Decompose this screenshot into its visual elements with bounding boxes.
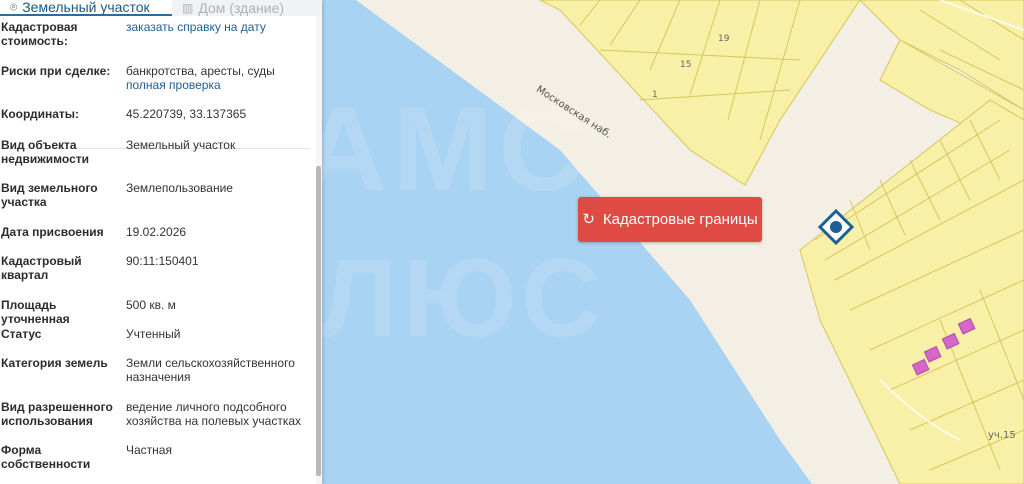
house-number: 19 (718, 34, 730, 44)
coordinates-value: 45.220739, 33.137365 (126, 107, 247, 121)
tab-land-plot[interactable]: ⌾ Земельный участок (0, 0, 172, 16)
panel-tabs: ⌾ Земельный участок ▥ Дом (здание) (0, 0, 322, 16)
property-label: Дата присвоения (1, 225, 104, 239)
property-label: Вид объекта недвижимости (1, 138, 89, 166)
property-label: Площадь уточненная (1, 298, 70, 326)
scrollbar-thumb[interactable] (316, 166, 321, 476)
watermark-line-2: ЛЮС (320, 237, 607, 360)
property-value: Землепользование (126, 181, 233, 195)
property-value: ведение личного подсобного хозяйства на … (126, 400, 302, 428)
order-certificate-link[interactable]: заказать справку на дату (126, 20, 266, 34)
parcel-info-panel: ⌾ Земельный участок ▥ Дом (здание) Кадас… (0, 0, 322, 484)
property-value: банкротства, аресты, суды полная проверк… (126, 64, 312, 92)
property-label: Кадастровый квартал (1, 254, 82, 282)
house-number: 1 (652, 90, 658, 100)
property-label: Вид земельного участка (1, 181, 98, 209)
refresh-icon: ↻ (582, 211, 595, 228)
property-label: Риски при сделке: (1, 64, 111, 78)
property-value: Земельный участок (126, 138, 236, 152)
cadastral-boundaries-button[interactable]: ↻ Кадастровые границы (578, 197, 762, 242)
property-value: 19.02.2026 (126, 225, 187, 239)
location-marker-icon[interactable] (818, 209, 854, 245)
tab-label: Дом (здание) (198, 0, 285, 16)
property-label: Форма собственности (1, 443, 91, 471)
property-label: Кадастровая стоимость: (1, 20, 78, 48)
property-label: Категория земель (1, 356, 108, 370)
map-pin-icon: ⌾ (10, 0, 18, 14)
property-label: Статус (1, 327, 42, 341)
full-check-link[interactable]: полная проверка (126, 78, 312, 92)
property-label: Координаты: (1, 107, 80, 121)
property-value: Учтенный (126, 327, 181, 341)
property-value: 500 кв. м (126, 298, 176, 312)
property-value: Частная (126, 443, 172, 457)
plot-number: уч.15 (988, 430, 1016, 441)
property-value: 90:11:150401 (126, 254, 199, 268)
tab-label: Земельный участок (22, 0, 150, 15)
property-label: Вид разрешенного использования (1, 400, 113, 428)
house-number: 15 (680, 60, 692, 70)
cadastral-boundaries-label: Кадастровые границы (602, 211, 758, 228)
property-value: заказать справку на дату (126, 20, 312, 34)
tab-house[interactable]: ▥ Дом (здание) (172, 0, 322, 16)
risks-value: банкротства, аресты, суды (126, 64, 275, 78)
building-icon: ▥ (182, 1, 194, 15)
property-value: Земли сельскохозяйственного назначения (126, 356, 295, 384)
